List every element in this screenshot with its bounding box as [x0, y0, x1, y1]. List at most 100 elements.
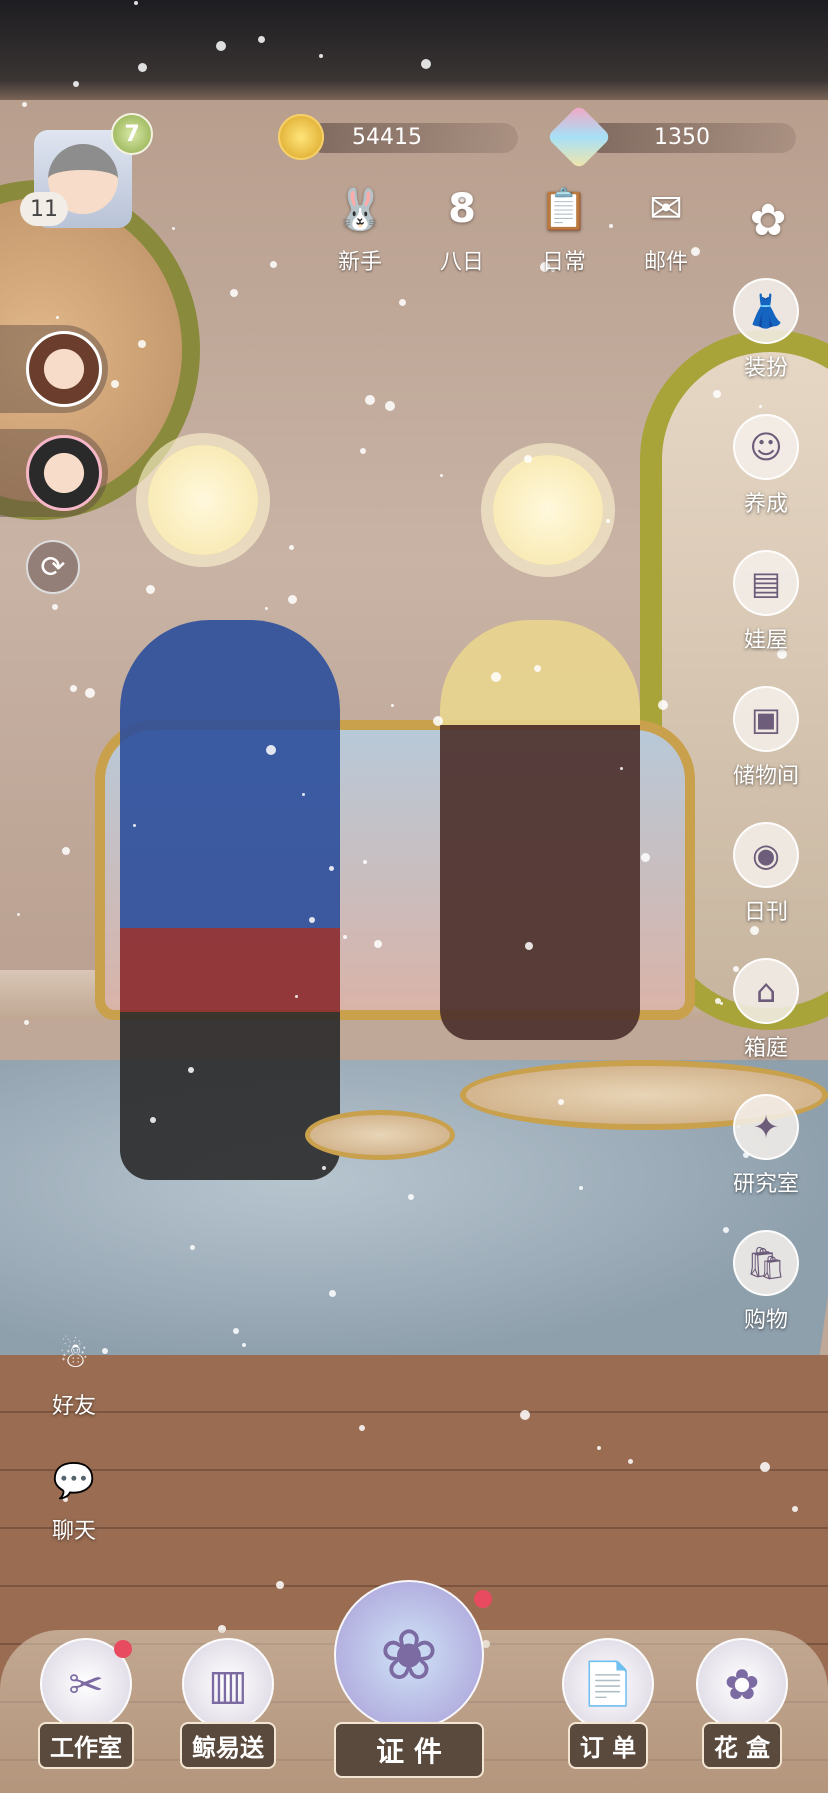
side-menu-label: 娃屋 [743, 628, 788, 653]
flower-box-button[interactable]: ✿ 花 盒 [696, 1638, 788, 1769]
snowflake [440, 474, 443, 477]
side-menu-label: 日刊 [743, 900, 788, 925]
snowflake [309, 917, 315, 923]
certificate-label: 证 件 [334, 1722, 484, 1778]
snowflake [288, 595, 297, 604]
side-menu-dressup[interactable]: 👗 装扮 [728, 278, 804, 414]
top-menu-mail[interactable]: ✉ 邮件 [626, 180, 706, 276]
snowflake [270, 261, 277, 268]
friends-label: 好友 [51, 1394, 96, 1419]
doll-character-maid-outfit[interactable] [440, 620, 640, 1040]
shopping-bag-icon: 🛍 [733, 1230, 799, 1296]
clipboard-icon: 📋 [539, 186, 589, 233]
side-menu-label: 箱庭 [743, 1036, 788, 1061]
side-menu-dollhouse[interactable]: ▤ 娃屋 [728, 550, 804, 686]
side-menu-research[interactable]: ✦ 研究室 [728, 1094, 804, 1230]
snowflake [421, 59, 431, 69]
snowflake [408, 1194, 414, 1200]
sun-wall-decoration [148, 445, 258, 555]
snowflake [295, 995, 298, 998]
certificate-button[interactable]: ❀ 证 件 [334, 1580, 492, 1778]
friends-button[interactable]: ☃ 好友 [38, 1330, 110, 1420]
ceiling [0, 0, 828, 100]
side-menu-shopping[interactable]: 🛍 购物 [728, 1230, 804, 1366]
side-menu-label: 购物 [743, 1308, 788, 1333]
side-menu-label: 研究室 [732, 1172, 799, 1197]
side-menu-diorama[interactable]: ⌂ 箱庭 [728, 958, 804, 1094]
snowflake [70, 685, 77, 692]
snowflake [85, 688, 95, 698]
snowflake [579, 1186, 583, 1190]
delivery-button[interactable]: ▥ 鲸易送 [180, 1638, 276, 1769]
snowflake [391, 704, 394, 707]
refresh-icon[interactable]: ⟳ [26, 540, 80, 594]
certificate-emblem-icon: ❀ [334, 1580, 484, 1730]
snowflake [399, 299, 406, 306]
top-menu-newbie[interactable]: 🐰 新手 [320, 180, 400, 276]
snowflake [385, 401, 395, 411]
snowflake [265, 607, 268, 610]
mail-icon: ✉ [649, 186, 683, 232]
snowflake [230, 289, 238, 297]
chat-label: 聊天 [51, 1519, 96, 1544]
snowflake [329, 1290, 336, 1297]
snowflake [365, 395, 375, 405]
snowflake [62, 847, 70, 855]
orders-button[interactable]: 📄 订 单 [562, 1638, 654, 1769]
snowflake [233, 1328, 239, 1334]
snowflake [138, 63, 147, 72]
snowflake [597, 1446, 601, 1450]
snowflake [329, 866, 334, 871]
snowflake [715, 998, 721, 1004]
snowflake [24, 1020, 29, 1025]
workshop-button[interactable]: ✂ 工作室 [38, 1638, 134, 1769]
chat-button[interactable]: 💬 聊天 [38, 1455, 110, 1545]
snowflake [641, 853, 650, 862]
top-menu-daily[interactable]: 📋 日常 [524, 180, 604, 276]
side-menu-journal[interactable]: ◉ 日刊 [728, 822, 804, 958]
player-level-badge: 7 [111, 113, 153, 155]
snowflake [374, 940, 382, 948]
player-avatar-button[interactable]: 7 11 [20, 113, 153, 228]
snowflake [172, 227, 175, 230]
doll-character-blue-outfit[interactable] [120, 620, 340, 1180]
diorama-icon: ⌂ [733, 958, 799, 1024]
right-side-menu: 👗 装扮 ☺ 养成 ▤ 娃屋 ▣ 储物间 ◉ 日刊 ⌂ 箱庭 ✦ 研究室 🛍 购… [728, 278, 804, 1366]
snowflake [491, 672, 501, 682]
snowflake [56, 316, 59, 319]
snowflake [359, 1425, 365, 1431]
chat-bubble-icon: 💬 [52, 1461, 96, 1501]
coin-amount: 54415 [352, 124, 422, 150]
notification-dot [474, 1590, 492, 1608]
snowflake [558, 1099, 564, 1105]
snowflake [188, 1067, 194, 1073]
companion-slot-1[interactable] [0, 325, 108, 413]
snowflake [190, 1245, 195, 1250]
notification-dot [114, 1640, 132, 1658]
friends-icon: ☃ [58, 1336, 90, 1376]
companion-list [0, 325, 108, 533]
storage-box-icon: ▣ [733, 686, 799, 752]
snowflake [524, 455, 532, 463]
snowflake [628, 1459, 633, 1464]
top-menu-label: 邮件 [643, 250, 688, 275]
snowflake [150, 1117, 156, 1123]
snowflake [258, 36, 265, 43]
snowflake [22, 102, 27, 107]
player-count-badge: 11 [20, 192, 68, 226]
camera-icon: ◉ [733, 822, 799, 888]
side-menu-nurture[interactable]: ☺ 养成 [728, 414, 804, 550]
player-badge-count: 11 [30, 196, 58, 222]
flower-menu-icon[interactable]: ✿ [740, 192, 796, 248]
snowflake [713, 390, 721, 398]
coin-currency[interactable]: 54415 [278, 114, 518, 160]
side-menu-storage[interactable]: ▣ 储物间 [728, 686, 804, 822]
bottom-bar: ✂ 工作室 ▥ 鲸易送 ❀ 证 件 📄 订 单 ✿ 花 盒 [0, 1570, 828, 1793]
snowflake [133, 824, 136, 827]
top-menu-eight-day[interactable]: 8 八日 [422, 180, 502, 276]
companion-slot-2[interactable] [0, 429, 108, 517]
gem-currency[interactable]: 1350 [546, 104, 796, 170]
orders-label: 订 单 [567, 1722, 649, 1769]
snowflake [322, 1166, 326, 1170]
bunny-cake-icon: 🐰 [335, 186, 385, 233]
